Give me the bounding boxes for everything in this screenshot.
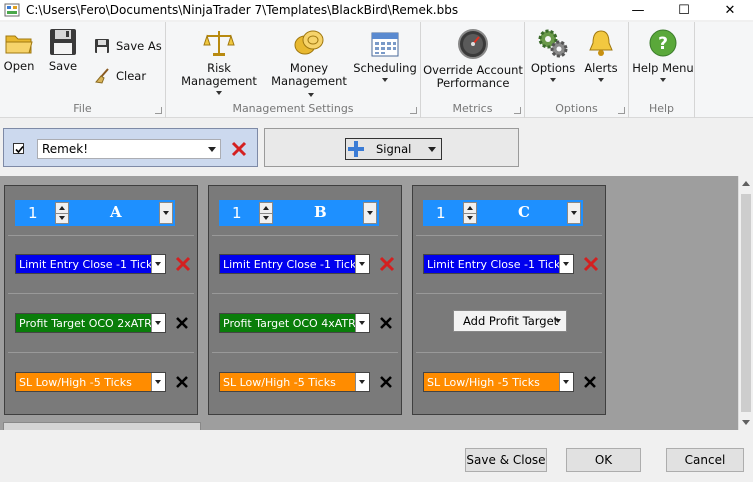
ribbon: Open Save Save As Clear File Risk Manage… — [0, 22, 753, 118]
help-menu-button[interactable]: ? Help Menu — [632, 28, 694, 82]
remove-entry-icon[interactable] — [583, 256, 599, 272]
save-close-button[interactable]: Save & Close — [465, 448, 547, 472]
gears-icon — [538, 29, 568, 58]
bracket-letter: B — [314, 203, 327, 221]
save-as-button[interactable]: Save As — [94, 38, 162, 54]
entry-select[interactable]: Limit Entry Close -1 Ticks — [423, 254, 574, 274]
override-account-performance-button[interactable]: Override Account Performance — [423, 28, 523, 90]
title-bar: C:\Users\Fero\Documents\NinjaTrader 7\Te… — [0, 0, 753, 20]
management-group-label: Management Settings — [232, 102, 354, 115]
add-profit-target-button[interactable]: Add Profit Target — [453, 310, 567, 332]
bracket-header: 1 C — [423, 200, 583, 226]
remove-entry-icon[interactable] — [379, 256, 395, 272]
options-group-label: Options — [555, 102, 598, 115]
signal-button[interactable]: Signal — [345, 138, 442, 160]
management-group-launcher[interactable] — [410, 107, 417, 114]
stop-select[interactable]: SL Low/High -5 Ticks — [423, 372, 574, 392]
folder-icon — [5, 35, 33, 54]
ok-button[interactable]: OK — [566, 448, 641, 472]
bracket-header: 1 B — [219, 200, 379, 226]
count-spinner[interactable] — [55, 202, 69, 224]
calendar-icon — [371, 32, 399, 57]
money-management-button[interactable]: Money Management — [268, 28, 350, 101]
vertical-scrollbar[interactable] — [738, 176, 753, 430]
contract-count: 1 — [436, 204, 446, 222]
app-icon — [4, 3, 20, 17]
remove-stop-icon[interactable] — [583, 375, 597, 389]
bracket-header: 1 A — [15, 200, 175, 226]
bracket-panel-c: 1 C Limit Entry Close -1 Ticks Add Profi… — [412, 185, 606, 415]
risk-management-button[interactable]: Risk Management — [170, 28, 268, 95]
help-group-label: Help — [648, 102, 675, 115]
svg-text:?: ? — [658, 34, 668, 54]
checkmark-icon — [15, 145, 24, 154]
count-spinner[interactable] — [259, 202, 273, 224]
stop-select[interactable]: SL Low/High -5 Ticks — [219, 372, 370, 392]
open-button[interactable]: Open — [3, 30, 35, 73]
scroll-up-icon[interactable] — [742, 181, 750, 186]
scheduling-button[interactable]: Scheduling — [352, 30, 418, 82]
options-group-launcher[interactable] — [618, 107, 625, 114]
metrics-group-label: Metrics — [452, 102, 493, 115]
bracket-panel-a: 1 A Limit Entry Close -1 Ticks Profit Ta… — [4, 185, 198, 415]
entry-select[interactable]: Limit Entry Close -1 Ticks — [219, 254, 370, 274]
bracket-letter: C — [518, 203, 530, 221]
options-group: Options Alerts Options — [525, 22, 629, 118]
remove-strategy-icon[interactable] — [231, 141, 247, 157]
window-title: C:\Users\Fero\Documents\NinjaTrader 7\Te… — [26, 3, 459, 17]
signal-panel: Signal — [264, 128, 519, 167]
bell-icon — [589, 30, 613, 56]
help-icon: ? — [649, 29, 677, 57]
contract-count: 1 — [232, 204, 242, 222]
bracket-letter: A — [110, 203, 122, 221]
bracket-dropdown[interactable] — [567, 202, 581, 224]
gauge-icon — [458, 29, 488, 59]
target-select[interactable]: Profit Target OCO 4xATR — [219, 313, 370, 333]
contract-count: 1 — [28, 204, 38, 222]
bracket-panel-b: 1 B Limit Entry Close -1 Ticks Profit Ta… — [208, 185, 402, 415]
metrics-group: Override Account Performance Metrics — [421, 22, 525, 118]
floppy-disk-icon — [50, 29, 76, 55]
plus-icon — [348, 141, 364, 157]
strategy-selector-panel: Remek! — [3, 128, 258, 167]
stop-select[interactable]: SL Low/High -5 Ticks — [15, 372, 166, 392]
alerts-button[interactable]: Alerts — [579, 28, 623, 82]
cancel-button[interactable]: Cancel — [666, 448, 744, 472]
strategy-enabled-checkbox[interactable] — [13, 143, 24, 154]
management-settings-group: Risk Management Money Management Schedul… — [166, 22, 421, 118]
remove-target-icon[interactable] — [175, 316, 189, 330]
minimize-button[interactable]: — — [615, 0, 661, 20]
remove-stop-icon[interactable] — [175, 375, 189, 389]
count-spinner[interactable] — [463, 202, 477, 224]
clear-button[interactable]: Clear — [94, 68, 146, 84]
next-row-panel — [3, 422, 201, 430]
remove-entry-icon[interactable] — [175, 256, 191, 272]
close-window-button[interactable]: ✕ — [707, 0, 753, 20]
bracket-dropdown[interactable] — [363, 202, 377, 224]
strategy-name-select[interactable]: Remek! — [37, 139, 221, 159]
save-as-icon — [95, 39, 109, 53]
broom-icon — [95, 68, 109, 84]
scales-icon — [203, 31, 235, 56]
target-select[interactable]: Profit Target OCO 2xATR — [15, 313, 166, 333]
coins-icon — [294, 30, 324, 55]
file-group: Open Save Save As Clear File — [0, 22, 166, 118]
save-button[interactable]: Save — [46, 28, 80, 73]
chevron-down-icon — [428, 147, 436, 152]
scroll-down-icon[interactable] — [742, 420, 750, 425]
chevron-down-icon — [555, 319, 561, 323]
maximize-button[interactable]: ☐ — [661, 0, 707, 20]
scrollbar-thumb[interactable] — [741, 194, 751, 412]
entry-select[interactable]: Limit Entry Close -1 Ticks — [15, 254, 166, 274]
remove-stop-icon[interactable] — [379, 375, 393, 389]
chevron-down-icon — [208, 147, 216, 152]
file-group-launcher[interactable] — [155, 107, 162, 114]
options-button[interactable]: Options — [529, 28, 577, 82]
metrics-group-launcher[interactable] — [514, 107, 521, 114]
help-group: ? Help Menu Help — [629, 22, 695, 118]
remove-target-icon[interactable] — [379, 316, 393, 330]
file-group-label: File — [73, 102, 92, 115]
brackets-area: 1 A Limit Entry Close -1 Ticks Profit Ta… — [0, 176, 738, 430]
bracket-dropdown[interactable] — [159, 202, 173, 224]
